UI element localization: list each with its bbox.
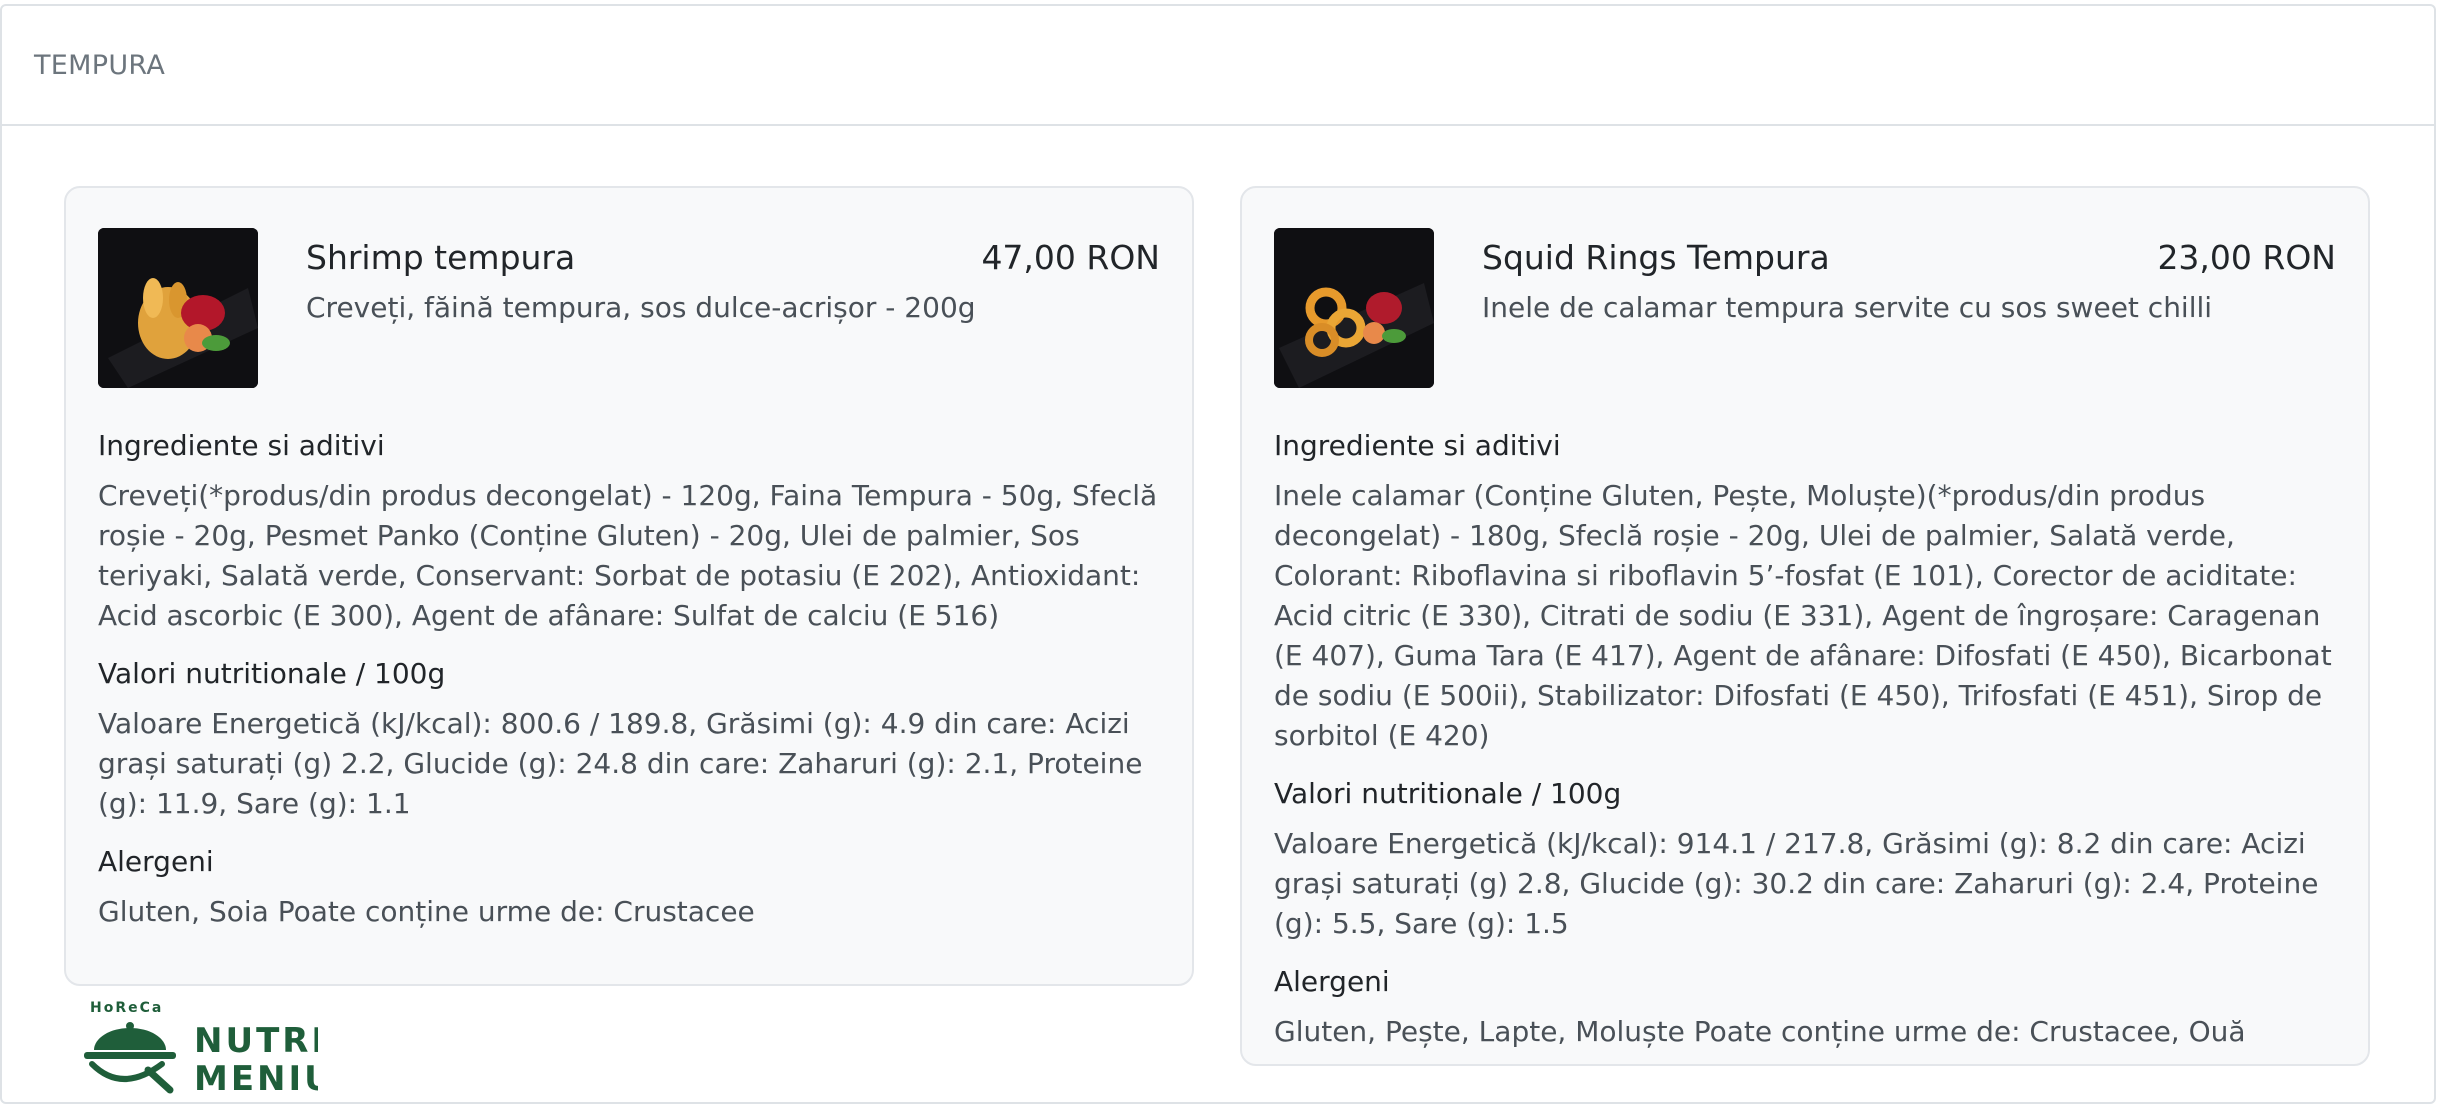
ingredients-text: Inele calamar (Conține Gluten, Pește, Mo…	[1274, 479, 2332, 752]
ingredients-heading: Ingrediente si aditivi	[98, 429, 385, 462]
item-description: Creveți, făină tempura, sos dulce-acrișo…	[306, 291, 976, 324]
allergens-heading: Alergeni	[1274, 965, 1390, 998]
logo-line2: MENIU	[194, 1059, 318, 1094]
item-description: Inele de calamar tempura servite cu sos …	[1482, 291, 2213, 324]
section-title: TEMPURA	[34, 49, 166, 81]
nutrition-text: Valoare Energetică (kJ/kcal): 800.6 / 18…	[98, 707, 1143, 820]
item-price: 47,00 RON	[981, 238, 1160, 277]
item-name: Squid Rings Tempura	[1482, 238, 1830, 277]
menu-item-card[interactable]: Shrimp tempura 47,00 RON Creveți, făină …	[64, 186, 1194, 986]
nutrition-heading: Valori nutritionale / 100g	[1274, 777, 1622, 810]
item-price: 23,00 RON	[2157, 238, 2336, 277]
item-details: Ingrediente si aditivi Inele calamar (Co…	[1274, 426, 2336, 1070]
item-name: Shrimp tempura	[306, 238, 576, 277]
ingredients-text: Creveți(*produs/din produs decongelat) -…	[98, 479, 1158, 632]
nutrition-heading: Valori nutritionale / 100g	[98, 657, 446, 690]
ingredients-heading: Ingrediente si aditivi	[1274, 429, 1561, 462]
nutrimeniu-logo: HoReCa NUTRI MENIU	[78, 998, 332, 1099]
logo-line1: NUTRI	[194, 1021, 318, 1061]
item-photo	[1274, 228, 1434, 388]
nutrition-text: Valoare Energetică (kJ/kcal): 914.1 / 21…	[1274, 827, 2319, 940]
allergens-heading: Alergeni	[98, 845, 214, 878]
item-details: Ingrediente si aditivi Creveți(*produs/d…	[98, 426, 1160, 950]
section-header: TEMPURA	[2, 6, 2434, 126]
menu-item-card[interactable]: Squid Rings Tempura 23,00 RON Inele de c…	[1240, 186, 2370, 1066]
allergens-text: Gluten, Pește, Lapte, Moluște Poate conț…	[1274, 1015, 2246, 1048]
allergens-text: Gluten, Soia Poate conține urme de: Crus…	[98, 895, 755, 928]
logo-top-text: HoReCa	[90, 1000, 163, 1016]
item-photo	[98, 228, 258, 388]
